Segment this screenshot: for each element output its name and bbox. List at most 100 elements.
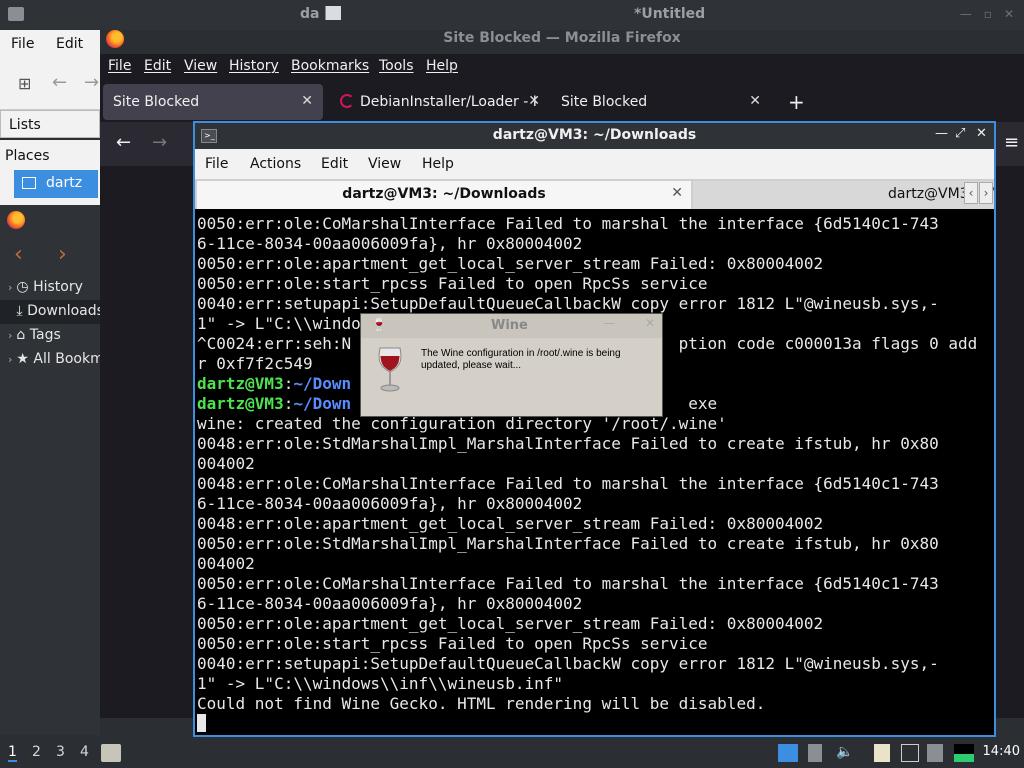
terminal-line: 0050:err:ole:CoMarshalInterface Failed t…: [197, 214, 939, 233]
ff-menu-file[interactable]: File: [108, 58, 131, 74]
back-arrow-icon[interactable]: ←: [52, 72, 67, 93]
clock[interactable]: 14:40: [983, 744, 1020, 759]
prompt-path: ~/Down: [293, 374, 352, 393]
terminal-line: 0050:err:ole:start_rpcss Failed to open …: [197, 634, 708, 653]
tab-site-blocked-1[interactable]: Site Blocked ✕: [103, 84, 323, 120]
file-manager-task-icon[interactable]: [101, 744, 121, 762]
ff-menu-edit[interactable]: Edit: [144, 58, 171, 74]
terminal-line: 0050:err:ole:StdMarshalImpl_MarshalInter…: [197, 534, 939, 553]
places-pane: Places dartz: [0, 140, 100, 205]
file-manager-titlebar: da *Untitled — ▫ ✕: [0, 0, 1024, 30]
document-icon: [325, 6, 342, 20]
clipboard-icon[interactable]: [874, 744, 890, 762]
terminal-output[interactable]: 0050:err:ole:CoMarshalInterface Failed t…: [195, 211, 994, 735]
term-menu-file[interactable]: File: [205, 156, 228, 172]
window-title-untitled: *Untitled: [634, 6, 706, 22]
terminal-line: 6-11ce-8034-00aa006009fa}, hr 0x80004002: [197, 594, 583, 613]
expand-arrow-icon[interactable]: ›: [8, 329, 12, 342]
file-manager-toolbar: ⊞ ← →: [0, 60, 100, 110]
close-icon[interactable]: ✕: [1004, 7, 1014, 21]
library-header: [0, 205, 100, 235]
desktop-icon[interactable]: [778, 744, 798, 762]
tab-scroll-right-icon[interactable]: ›: [979, 182, 993, 204]
workspace-4[interactable]: 4: [80, 744, 89, 760]
folder-icon: [8, 7, 24, 21]
terminal-menubar: File Actions Edit View Help: [195, 149, 994, 179]
terminal-line: Could not find Wine Gecko. HTML renderin…: [197, 694, 766, 713]
term-menu-actions[interactable]: Actions: [250, 156, 301, 172]
cpu-monitor-icon[interactable]: [954, 744, 974, 762]
new-tab-icon[interactable]: ⊞: [18, 74, 31, 93]
places-label: Places: [5, 148, 50, 164]
ff-menu-tools[interactable]: Tools: [379, 58, 414, 74]
workspace-3[interactable]: 3: [56, 744, 65, 760]
new-tab-plus-icon[interactable]: +: [788, 90, 805, 114]
library-item-all-bookmarks[interactable]: ›★ All Bookmarks: [0, 348, 100, 372]
workspace-1[interactable]: 1: [8, 744, 17, 762]
terminal-line: 0050:err:ole:CoMarshalInterface Failed t…: [197, 574, 939, 593]
terminal-title: dartz@VM3: ~/Downloads: [492, 127, 697, 143]
terminal-titlebar: >_ dartz@VM3: ~/Downloads — ⤢ ✕: [195, 123, 994, 149]
prompt-user: dartz@VM3: [197, 374, 284, 393]
wine-dialog: 🍷 Wine — ✕ The Wine configuration in /ro…: [360, 313, 663, 417]
minimize-icon[interactable]: —: [603, 316, 615, 330]
terminal-cursor: [197, 714, 206, 732]
close-icon[interactable]: ✕: [645, 316, 655, 330]
expand-arrow-icon[interactable]: ›: [8, 353, 12, 366]
close-tab-icon[interactable]: ✕: [749, 93, 761, 109]
prompt-user: dartz@VM3: [197, 394, 284, 413]
volume-icon[interactable]: 🔈: [836, 744, 853, 762]
close-icon[interactable]: ✕: [976, 126, 987, 141]
terminal-line: 6-11ce-8034-00aa006009fa}, hr 0x80004002: [197, 234, 583, 253]
expand-arrow-icon[interactable]: ›: [8, 281, 12, 294]
terminal-line: 004002: [197, 554, 255, 573]
download-icon: ⤓: [16, 303, 23, 319]
terminal-tab-2[interactable]: dartz@VM3: ~/Downloads: [693, 181, 994, 209]
menu-file[interactable]: File: [11, 36, 34, 52]
forward-chevron-icon[interactable]: ›: [58, 242, 67, 267]
terminal-line: 004002: [197, 454, 255, 473]
firefox-menubar: File Edit View History Bookmarks Tools H…: [100, 54, 1024, 82]
maximize-icon[interactable]: ▫: [984, 7, 992, 21]
terminal-tabbar: dartz@VM3: ~/Downloads ✕ dartz@VM3: ~/Do…: [195, 179, 994, 209]
terminal-tab-1[interactable]: dartz@VM3: ~/Downloads ✕: [197, 181, 691, 209]
close-tab-icon[interactable]: ✕: [671, 185, 683, 201]
network-icon[interactable]: [901, 744, 919, 762]
menu-hamburger-icon[interactable]: ≡: [1004, 132, 1019, 153]
forward-arrow-icon[interactable]: →: [84, 72, 99, 93]
term-menu-edit[interactable]: Edit: [321, 156, 348, 172]
notification-icon[interactable]: [927, 744, 943, 762]
storage-icon[interactable]: [808, 744, 822, 762]
minimize-icon[interactable]: —: [935, 126, 948, 141]
ff-menu-history[interactable]: History: [229, 58, 279, 74]
lists-header[interactable]: Lists: [0, 110, 100, 138]
maximize-icon[interactable]: ⤢: [955, 126, 965, 141]
places-item-home[interactable]: dartz: [14, 170, 98, 198]
workspace-2[interactable]: 2: [32, 744, 41, 760]
wine-glass-icon: [378, 347, 402, 392]
forward-arrow-icon[interactable]: →: [152, 132, 167, 153]
back-chevron-icon[interactable]: ‹: [14, 242, 23, 267]
terminal-line: 1" -> L"C:\\windows\\inf\\wineusb.inf": [197, 674, 564, 693]
ff-menu-view[interactable]: View: [184, 58, 217, 74]
ff-menu-help[interactable]: Help: [426, 58, 458, 74]
firefox-title: Site Blocked — Mozilla Firefox: [443, 30, 681, 46]
term-menu-help[interactable]: Help: [422, 156, 454, 172]
library-item-tags[interactable]: › ⌂ Tags: [0, 324, 100, 348]
close-tab-icon[interactable]: ✕: [528, 93, 540, 109]
library-item-downloads[interactable]: ›⤓ Downloads: [0, 300, 100, 324]
close-tab-icon[interactable]: ✕: [301, 93, 313, 109]
tab-debian-installer[interactable]: DebianInstaller/Loader - I ✕: [330, 84, 540, 120]
tab-scroll-left-icon[interactable]: ‹: [964, 182, 978, 204]
minimize-icon[interactable]: —: [960, 7, 972, 21]
term-menu-view[interactable]: View: [368, 156, 401, 172]
ff-menu-bookmarks[interactable]: Bookmarks: [291, 58, 369, 74]
library-nav: ‹ ›: [0, 238, 100, 274]
tab-site-blocked-2[interactable]: Site Blocked ✕: [551, 84, 771, 120]
wine-glass-small-icon: 🍷: [371, 318, 388, 333]
library-item-history[interactable]: › ◷ History: [0, 276, 100, 300]
menu-edit[interactable]: Edit: [56, 36, 83, 52]
terminal-line: 0048:err:ole:CoMarshalInterface Failed t…: [197, 474, 939, 493]
terminal-line: 0048:err:ole:StdMarshalImpl_MarshalInter…: [197, 434, 939, 453]
back-arrow-icon[interactable]: ←: [116, 132, 131, 153]
